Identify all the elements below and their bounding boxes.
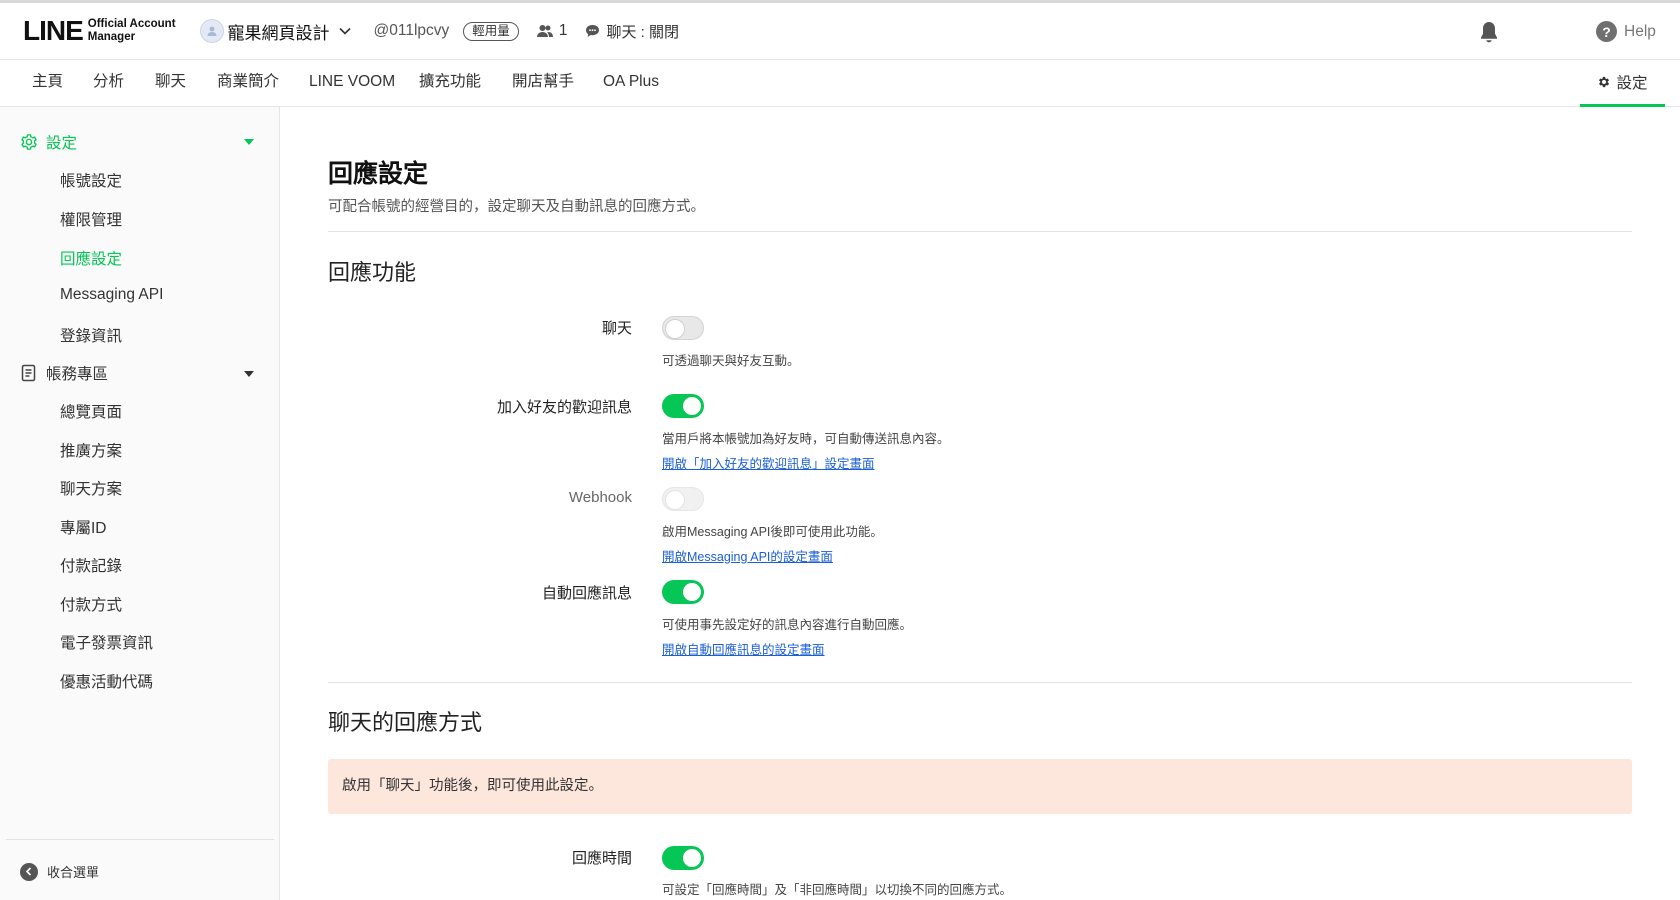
messaging-api-settings-link[interactable]: 開啟Messaging API的設定畫面 (662, 546, 833, 565)
caret-down-icon[interactable] (244, 139, 254, 145)
nav-shop-helper[interactable]: 開店幫手 (512, 60, 574, 107)
help-link[interactable]: ? Help (1596, 21, 1656, 42)
account-switcher[interactable]: 寵果網頁設計 (199, 19, 352, 44)
chat-bubble-icon (586, 25, 600, 37)
sidebar-item-permissions[interactable]: 權限管理 (60, 208, 122, 230)
sidebar-item-overview[interactable]: 總覽頁面 (60, 400, 122, 422)
help-label: Help (1624, 22, 1656, 40)
plan-badge: 輕用量 (463, 21, 519, 41)
account-avatar (199, 19, 224, 43)
webhook-label: Webhook (568, 489, 632, 506)
logo-subtitle: Official Account Manager (88, 18, 176, 44)
sidebar-item-premium-id[interactable]: 專屬ID (60, 516, 107, 538)
nav-oa-plus[interactable]: OA Plus (603, 60, 659, 107)
page-title: 回應設定 (328, 160, 429, 188)
logo-subtitle-line2: Manager (87, 31, 136, 43)
logo-line-text: LINE (23, 15, 84, 46)
chat-status-text: 聊天 : 關閉 (606, 23, 679, 41)
sidebar-item-promo-codes[interactable]: 優惠活動代碼 (60, 670, 153, 692)
sidebar-item-response-settings[interactable]: 回應設定 (60, 247, 122, 269)
nav-chat[interactable]: 聊天 (155, 60, 186, 107)
divider (328, 682, 1632, 683)
main-content: 回應設定 可配合帳號的經營目的，設定聊天及自動訊息的回應方式。 回應功能 聊天 … (281, 107, 1680, 900)
welcome-message-settings-link[interactable]: 開啟「加入好友的歡迎訊息」設定畫面 (662, 453, 875, 472)
chat-disabled-notice: 啟用「聊天」功能後，即可使用此設定。 (328, 759, 1632, 814)
bell-icon[interactable] (1478, 20, 1500, 44)
chat-status[interactable]: 聊天 : 關閉 (585, 21, 679, 42)
auto-reply-toggle[interactable] (662, 580, 704, 604)
response-time-label: 回應時間 (571, 850, 632, 867)
section-title-response-features: 回應功能 (328, 260, 417, 285)
auto-reply-label: 自動回應訊息 (541, 585, 632, 602)
chat-description: 可透過聊天與好友互動。 (662, 354, 800, 368)
nav-line-voom[interactable]: LINE VOOM (309, 60, 395, 107)
divider (328, 231, 1632, 232)
section-title-chat-response-mode: 聊天的回應方式 (328, 710, 483, 735)
welcome-message-toggle[interactable] (662, 394, 704, 418)
auto-reply-description: 可使用事先設定好的訊息內容進行自動回應。 (662, 618, 913, 632)
response-time-toggle[interactable] (662, 846, 704, 870)
sidebar-item-payment-history[interactable]: 付款記錄 (60, 554, 122, 576)
welcome-message-label: 加入好友的歡迎訊息 (496, 399, 632, 416)
chevron-down-icon[interactable] (338, 24, 352, 38)
document-icon (21, 364, 36, 382)
sidebar-group-billing-label: 帳務專區 (46, 366, 109, 383)
collapse-menu-label: 收合選單 (47, 865, 100, 880)
friends-count-value: 1 (558, 22, 568, 39)
caret-down-icon[interactable] (244, 371, 254, 377)
sidebar: 設定 帳號設定 權限管理 回應設定 Messaging API 登錄資訊 帳務專… (0, 107, 280, 900)
main-nav: 主頁 分析 聊天 商業簡介 LINE VOOM 擴充功能 開店幫手 OA Plu… (0, 60, 1680, 107)
line-oa-logo[interactable]: LINE Official Account Manager (23, 17, 176, 45)
nav-analytics[interactable]: 分析 (93, 60, 124, 107)
sidebar-item-payment-method[interactable]: 付款方式 (60, 593, 122, 615)
help-icon: ? (1596, 21, 1617, 42)
user-icon (207, 26, 217, 36)
chevron-left-icon (20, 862, 38, 881)
sidebar-item-registration-info[interactable]: 登錄資訊 (60, 324, 122, 346)
friends-count[interactable]: 1 (536, 22, 568, 40)
gear-icon (21, 134, 37, 150)
sidebar-group-billing[interactable]: 帳務專區 (20, 362, 108, 384)
nav-extensions[interactable]: 擴充功能 (419, 60, 481, 107)
response-time-description: 可設定「回應時間」及「非回應時間」以切換不同的回應方式。 (662, 883, 1013, 897)
logo-subtitle-line1: Official Account (87, 18, 176, 30)
sidebar-divider (6, 839, 274, 840)
sidebar-item-account-settings[interactable]: 帳號設定 (60, 169, 122, 191)
sidebar-item-messaging-api[interactable]: Messaging API (60, 286, 163, 304)
account-name: 寵果網頁設計 (227, 23, 330, 43)
nav-home[interactable]: 主頁 (32, 60, 63, 107)
nav-profile[interactable]: 商業簡介 (217, 60, 279, 107)
welcome-message-description: 當用戶將本帳號加為好友時，可自動傳送訊息內容。 (662, 432, 950, 446)
chat-label: 聊天 (601, 320, 632, 337)
webhook-description: 啟用Messaging API後即可使用此功能。 (662, 525, 883, 539)
friends-icon (536, 25, 553, 37)
nav-settings-label: 設定 (1616, 75, 1648, 92)
sidebar-item-promo-plans[interactable]: 推廣方案 (60, 439, 122, 461)
page-subtitle: 可配合帳號的經營目的，設定聊天及自動訊息的回應方式。 (328, 199, 705, 215)
auto-reply-settings-link[interactable]: 開啟自動回應訊息的設定畫面 (662, 639, 825, 658)
gear-icon (1599, 76, 1610, 88)
top-bar: LINE Official Account Manager 寵果網頁設計 @01… (0, 0, 1680, 60)
sidebar-item-chat-plans[interactable]: 聊天方案 (60, 477, 122, 499)
sidebar-group-settings[interactable]: 設定 (20, 131, 77, 153)
webhook-toggle[interactable] (662, 487, 704, 511)
nav-settings[interactable]: 設定 (1580, 60, 1665, 107)
sidebar-item-e-invoice[interactable]: 電子發票資訊 (60, 631, 153, 653)
account-id: @011lpcvy (373, 22, 450, 39)
collapse-menu-button[interactable]: 收合選單 (20, 862, 99, 881)
chat-toggle[interactable] (662, 316, 704, 340)
sidebar-group-settings-label: 設定 (46, 135, 78, 152)
